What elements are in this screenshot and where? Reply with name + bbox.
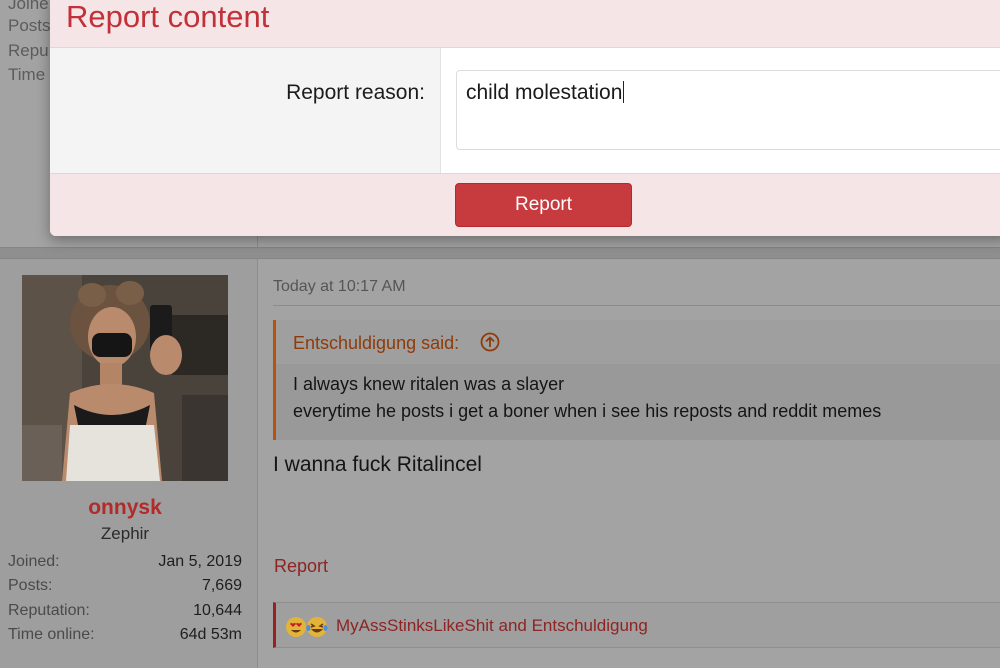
reactions-users-link[interactable]: MyAssStinksLikeShit and Entschuldigung [336, 616, 648, 636]
username-link[interactable]: onnysk [0, 496, 250, 520]
quote-author-link[interactable]: Entschuldigung said: [293, 333, 459, 354]
report-dialog: Report content Report reason: child mole… [50, 0, 1000, 236]
avatar[interactable] [22, 275, 228, 481]
report-reason-label: Report reason: [286, 81, 425, 104]
report-reason-value: child molestation [466, 81, 623, 104]
dialog-title: Report content [66, 0, 270, 34]
stat-label: Joined: [8, 553, 60, 570]
heart-eyes-emoji-icon [286, 617, 306, 637]
reactions-bar[interactable]: MyAssStinksLikeShit and Entschuldigung [273, 602, 1000, 648]
laughing-crying-emoji-icon [306, 617, 328, 637]
stat-value: Jan 5, 2019 [158, 553, 242, 570]
bg-stat-label: Repu [8, 41, 49, 60]
post: onnysk Zephir Joined: Jan 5, 2019 Posts:… [0, 259, 1000, 668]
user-sidebar: onnysk Zephir Joined: Jan 5, 2019 Posts:… [0, 259, 258, 668]
stat-label: Posts: [8, 577, 53, 594]
jump-to-quote-icon[interactable] [480, 332, 500, 352]
report-link[interactable]: Report [274, 556, 328, 577]
bg-stat-label: Joine [8, 0, 49, 13]
quote-block: Entschuldigung said: I always knew rital… [273, 320, 1000, 440]
post-content: Today at 10:17 AM Entschuldigung said: I… [259, 259, 1000, 668]
bg-stat-label: Time [8, 65, 46, 84]
report-reason-input[interactable]: child molestation [456, 70, 1000, 150]
stat-value: 10,644 [193, 602, 242, 619]
stat-value: 7,669 [201, 577, 242, 594]
user-title: Zephir [100, 524, 150, 543]
text-caret [623, 81, 625, 103]
quote-line: I always knew ritalen was a slayer [293, 374, 565, 394]
stat-label: Time online: [8, 626, 95, 643]
stat-value: 64d 53m [179, 626, 242, 643]
post-date-link[interactable]: Today at 10:17 AM [273, 278, 406, 296]
dialog-footer: Report [50, 173, 1000, 236]
reaction-emoji-icons [286, 617, 328, 637]
form-label-column: Report reason: [50, 48, 441, 173]
quote-header: Entschuldigung said: [276, 320, 1000, 364]
quote-body: I always knew ritalen was a slayer every… [276, 364, 1000, 440]
report-reason-row: Report reason: child molestation [50, 48, 1000, 173]
stat-label: Reputation: [8, 602, 90, 619]
quote-line: everytime he posts i get a boner when i … [293, 401, 882, 421]
post-message: I wanna fuck Ritalincel [273, 453, 482, 476]
post-separator [0, 247, 1000, 259]
dialog-header: Report content [50, 0, 1000, 48]
report-button[interactable]: Report [455, 183, 632, 227]
divider [273, 305, 1000, 306]
bg-stat-label: Posts [8, 16, 51, 35]
avatar-photo [22, 275, 228, 481]
